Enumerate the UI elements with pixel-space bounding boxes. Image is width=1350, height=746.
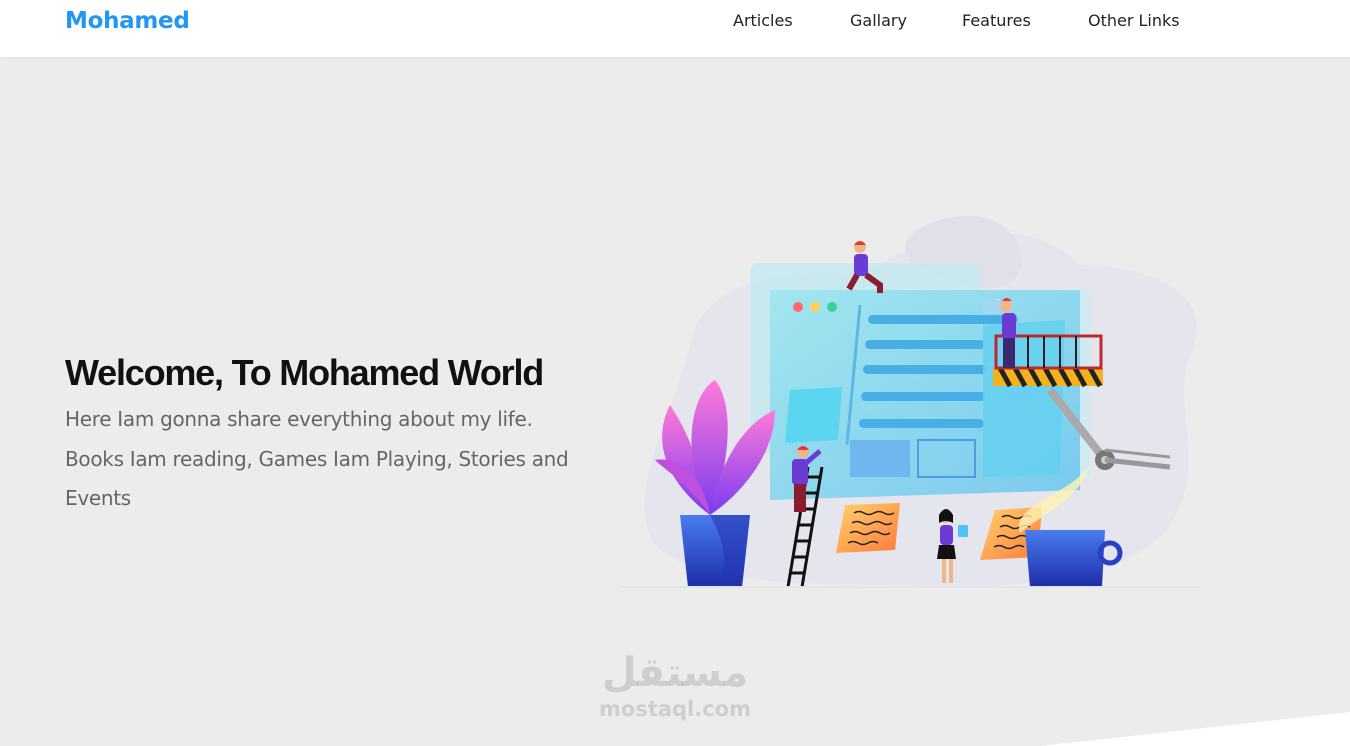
hero-description: Here Iam gonna share everything about my… bbox=[65, 407, 569, 510]
watermark-latin-text: mostaql.com bbox=[599, 697, 751, 721]
web-development-illustration bbox=[610, 205, 1210, 595]
hero-section: Welcome, To Mohamed World Here Iam gonna… bbox=[65, 352, 585, 519]
corner-wave-decoration bbox=[1040, 712, 1350, 746]
nav-link-articles[interactable]: Articles bbox=[733, 11, 793, 30]
hero-title: Welcome, To Mohamed World bbox=[65, 352, 544, 393]
watermark-arabic-text: مستقل bbox=[601, 650, 749, 696]
nav-link-features[interactable]: Features bbox=[962, 11, 1031, 30]
site-header: Mohamed Articles Gallary Features Other … bbox=[0, 0, 1350, 57]
main-nav: Articles Gallary Features Other Links bbox=[0, 11, 1350, 35]
nav-link-gallary[interactable]: Gallary bbox=[850, 11, 907, 30]
mostaql-watermark: مستقل mostaql.com bbox=[585, 650, 765, 722]
nav-link-other-links[interactable]: Other Links bbox=[1088, 11, 1180, 30]
